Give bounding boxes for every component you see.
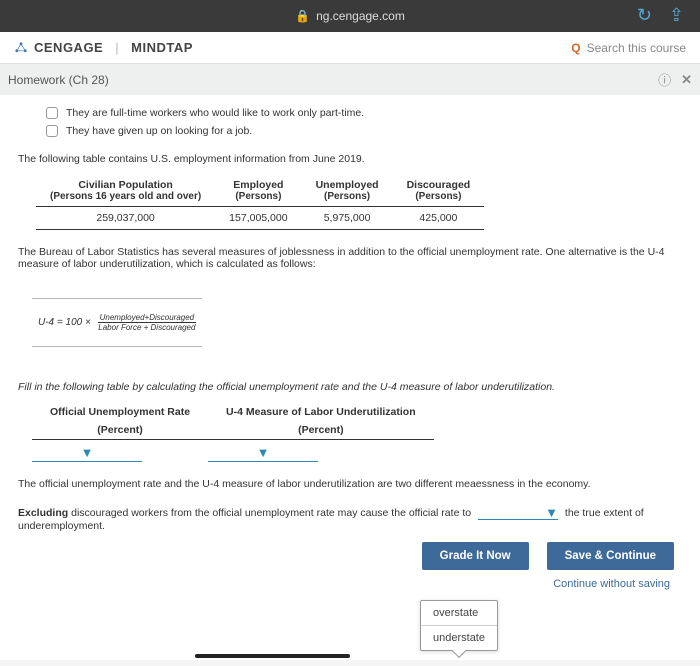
col-header: Employed: [229, 179, 287, 191]
fill-header: U-4 Measure of Labor Underutilization: [208, 403, 434, 421]
chevron-down-icon: ▼: [545, 505, 558, 520]
reload-icon[interactable]: ↻: [637, 5, 652, 26]
checkbox-label: They are full-time workers who would lik…: [66, 107, 364, 119]
checkbox-label: They have given up on looking for a job.: [66, 125, 252, 137]
search-placeholder: Search this course: [587, 41, 686, 55]
unemployment-rate-dropdown[interactable]: ▼: [32, 444, 142, 462]
col-subheader: (Persons): [407, 191, 471, 202]
menu-option-overstate[interactable]: overstate: [421, 601, 497, 625]
bls-paragraph: The Bureau of Labor Statistics has sever…: [18, 246, 682, 270]
checkbox-icon[interactable]: [46, 107, 58, 119]
home-indicator: [195, 654, 350, 658]
brand-cengage: CENGAGE: [34, 40, 103, 55]
info-icon[interactable]: ⓘ: [658, 70, 671, 89]
col-header: Discouraged: [407, 179, 471, 191]
col-subheader: (Persons): [316, 191, 379, 202]
cell: 425,000: [393, 207, 485, 230]
search-icon: Q: [571, 41, 580, 55]
assignment-title: Homework (Ch 28): [8, 73, 109, 87]
fill-prompt: Fill in the following table by calculati…: [18, 381, 682, 393]
u4-dropdown[interactable]: ▼: [208, 444, 318, 462]
checkbox-option-1[interactable]: They are full-time workers who would lik…: [46, 107, 682, 119]
col-subheader: (Persons): [229, 191, 287, 202]
dropdown-menu: overstate understate: [420, 600, 498, 651]
fill-header: Official Unemployment Rate: [32, 403, 208, 421]
u4-formula: U-4 = 100 × Unemployed+Discouraged Labor…: [32, 298, 202, 347]
cengage-logo-icon: [14, 41, 28, 55]
col-header: Unemployed: [316, 179, 379, 191]
table-row: 259,037,000 157,005,000 5,975,000 425,00…: [36, 207, 484, 230]
fill-table: Official Unemployment Rate U-4 Measure o…: [32, 403, 434, 462]
url-text: ng.cengage.com: [316, 9, 405, 23]
close-icon[interactable]: ✕: [681, 72, 692, 88]
lock-icon: 🔒: [295, 9, 310, 23]
app-header: CENGAGE | MINDTAP Q Search this course: [0, 32, 700, 64]
continue-without-saving-link[interactable]: Continue without saving: [18, 578, 682, 590]
formula-eq: = 100 ×: [57, 317, 94, 328]
assignment-subheader: Homework (Ch 28) ⓘ ✕: [0, 64, 700, 95]
brand-mindtap: MINDTAP: [131, 40, 193, 55]
employment-table: Civilian Population(Persons 16 years old…: [36, 175, 484, 230]
formula-fraction: Unemployed+Discouraged Labor Force + Dis…: [98, 313, 197, 332]
chevron-down-icon: ▼: [81, 445, 94, 460]
share-icon[interactable]: ⇪: [669, 5, 684, 26]
col-header: Civilian Population: [50, 179, 201, 191]
formula-denominator: Labor Force + Discouraged: [98, 323, 197, 332]
extent-dropdown[interactable]: ▼: [478, 506, 558, 520]
brand-divider: |: [115, 40, 119, 55]
chevron-down-icon: ▼: [257, 445, 270, 460]
save-continue-button[interactable]: Save & Continue: [547, 542, 674, 570]
checkbox-icon[interactable]: [46, 125, 58, 137]
cell: 157,005,000: [215, 207, 301, 230]
brand: CENGAGE | MINDTAP: [14, 40, 193, 55]
action-buttons: Grade It Now Save & Continue: [18, 542, 682, 570]
fill-subheader: (Percent): [208, 421, 434, 440]
formula-numerator: Unemployed+Discouraged: [98, 313, 197, 323]
browser-address-bar: 🔒 ng.cengage.com ↻ ⇪: [0, 0, 700, 32]
sentence-2: Excluding discouraged workers from the o…: [18, 506, 682, 532]
formula-lhs: U-4: [38, 317, 54, 328]
grade-button[interactable]: Grade It Now: [422, 542, 529, 570]
fill-subheader: (Percent): [32, 421, 208, 440]
sentence-1: The official unemployment rate and the U…: [18, 478, 682, 490]
checkbox-option-2[interactable]: They have given up on looking for a job.: [46, 125, 682, 137]
cell: 259,037,000: [36, 207, 215, 230]
search-box[interactable]: Q Search this course: [571, 41, 686, 55]
table-intro: The following table contains U.S. employ…: [18, 153, 682, 165]
col-subheader: (Persons 16 years old and over): [50, 191, 201, 202]
content-area: They are full-time workers who would lik…: [0, 95, 700, 660]
cell: 5,975,000: [302, 207, 393, 230]
